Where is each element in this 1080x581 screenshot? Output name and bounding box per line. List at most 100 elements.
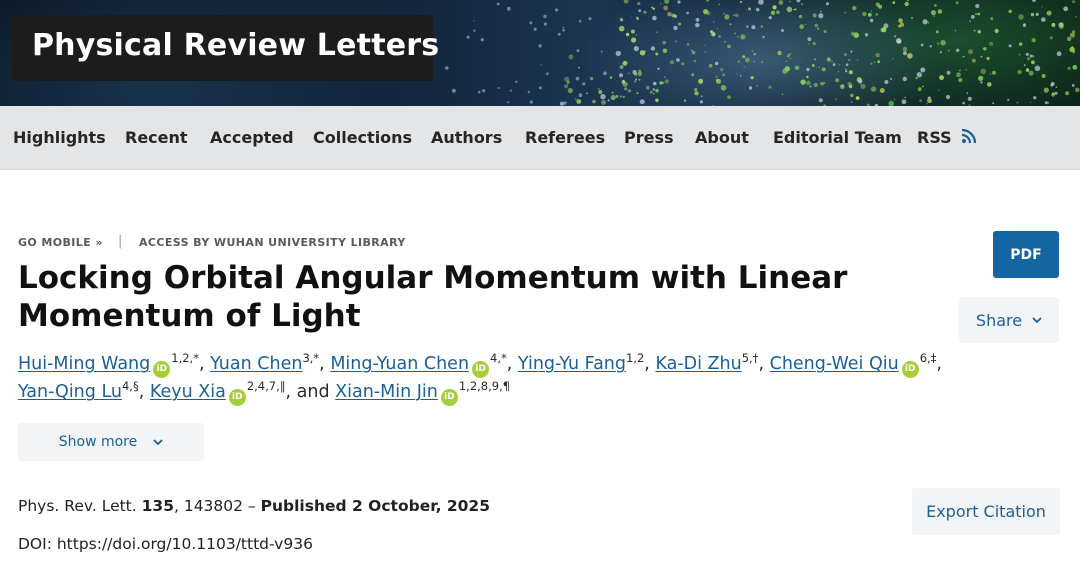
banner-dot bbox=[799, 24, 804, 29]
banner-dot bbox=[809, 85, 812, 88]
author-link[interactable]: Ying-Yu Fang bbox=[518, 354, 626, 374]
banner-dot bbox=[574, 98, 577, 101]
nav-editorial-team[interactable]: Editorial Team bbox=[773, 128, 902, 147]
orcid-icon[interactable]: iD bbox=[901, 361, 919, 378]
doi-line[interactable]: DOI: https://doi.org/10.1103/tttd-v936 bbox=[18, 535, 313, 553]
banner-dot bbox=[823, 30, 827, 33]
author-link[interactable]: Cheng-Wei Qiu bbox=[770, 354, 899, 374]
banner-dot bbox=[693, 59, 697, 63]
banner-dot bbox=[714, 61, 719, 66]
export-citation-button[interactable]: Export Citation bbox=[912, 488, 1060, 535]
banner-dot bbox=[735, 13, 739, 18]
author-link[interactable]: Yan-Qing Lu bbox=[18, 382, 122, 402]
banner-dot bbox=[954, 30, 957, 32]
banner-dot bbox=[870, 86, 877, 92]
banner-dot bbox=[867, 13, 872, 17]
banner-dot bbox=[1031, 60, 1035, 65]
banner-dot bbox=[1075, 87, 1080, 93]
orcid-icon[interactable]: iD bbox=[228, 389, 246, 406]
author-link[interactable]: Yuan Chen bbox=[210, 354, 302, 374]
banner-dot bbox=[473, 20, 475, 22]
author-affiliation: 4,* bbox=[490, 351, 507, 365]
banner-dot bbox=[716, 27, 719, 29]
banner-dot bbox=[740, 34, 746, 40]
banner-dot bbox=[636, 17, 639, 20]
banner-dot bbox=[989, 73, 992, 75]
banner-dot bbox=[1032, 55, 1035, 58]
banner-dot bbox=[855, 96, 860, 100]
banner-dot bbox=[718, 35, 721, 38]
banner-dot bbox=[1016, 101, 1019, 104]
journal-title[interactable]: Physical Review Letters bbox=[32, 28, 439, 63]
banner-dot bbox=[870, 62, 873, 65]
banner-dot bbox=[615, 50, 621, 57]
author-affiliation: 1,2,8,9,¶ bbox=[458, 379, 511, 393]
banner-dot bbox=[935, 30, 939, 34]
banner-dot bbox=[568, 54, 574, 60]
banner-dot bbox=[745, 57, 750, 63]
nav-recent[interactable]: Recent bbox=[125, 128, 188, 147]
orcid-icon[interactable]: iD bbox=[153, 361, 171, 378]
show-more-button[interactable]: Show more bbox=[18, 423, 204, 461]
nav-collections[interactable]: Collections bbox=[313, 128, 412, 147]
author-link[interactable]: Ka-Di Zhu bbox=[655, 354, 741, 374]
author-link[interactable]: Ming-Yuan Chen bbox=[330, 354, 469, 374]
pdf-button[interactable]: PDF bbox=[993, 231, 1059, 278]
banner-dot bbox=[1044, 101, 1048, 105]
banner-dot bbox=[1023, 64, 1026, 67]
banner-dot bbox=[669, 60, 675, 65]
banner-dot bbox=[818, 98, 823, 103]
banner-dot bbox=[622, 60, 628, 66]
banner-dot bbox=[898, 18, 903, 23]
banner-dot bbox=[611, 91, 614, 94]
nav-authors[interactable]: Authors bbox=[431, 128, 502, 147]
banner-dot bbox=[562, 26, 565, 29]
banner-dot bbox=[1019, 42, 1023, 46]
banner-dot bbox=[844, 11, 847, 14]
banner-dot bbox=[477, 90, 481, 94]
banner-dot bbox=[586, 92, 588, 95]
banner-dot bbox=[673, 25, 678, 31]
banner-dot bbox=[939, 75, 944, 81]
banner-dot bbox=[1072, 0, 1076, 4]
nav-press[interactable]: Press bbox=[624, 128, 674, 147]
go-mobile-link[interactable]: GO MOBILE » bbox=[18, 236, 103, 249]
nav-accepted[interactable]: Accepted bbox=[210, 128, 294, 147]
author-link[interactable]: Keyu Xia bbox=[150, 382, 226, 402]
author-link[interactable]: Hui-Ming Wang bbox=[18, 354, 150, 374]
banner-dot bbox=[926, 103, 928, 105]
share-button[interactable]: Share bbox=[959, 297, 1059, 343]
banner-dot bbox=[812, 13, 817, 18]
banner-dot bbox=[847, 81, 852, 87]
banner-dot bbox=[806, 80, 811, 86]
banner-dot bbox=[768, 85, 772, 89]
author-link[interactable]: Xian-Min Jin bbox=[335, 382, 438, 402]
banner-dot bbox=[748, 86, 753, 90]
banner-dot bbox=[713, 21, 715, 23]
banner-dot bbox=[1043, 87, 1049, 93]
banner-dot bbox=[911, 16, 913, 19]
journal-title-box[interactable]: Physical Review Letters bbox=[12, 15, 439, 81]
banner-dot bbox=[838, 64, 841, 66]
banner-dot bbox=[992, 102, 995, 105]
banner-dot bbox=[801, 3, 803, 6]
banner-dot bbox=[980, 68, 986, 75]
orcid-icon[interactable]: iD bbox=[472, 361, 490, 378]
banner-dot bbox=[694, 88, 698, 92]
nav-referees[interactable]: Referees bbox=[525, 128, 605, 147]
banner-dot bbox=[753, 53, 756, 56]
nav-about[interactable]: About bbox=[695, 128, 749, 147]
banner-dot bbox=[814, 23, 819, 28]
banner-dot bbox=[652, 88, 655, 91]
banner-dot bbox=[1065, 91, 1070, 96]
nav-highlights[interactable]: Highlights bbox=[13, 128, 106, 147]
banner-dot bbox=[636, 92, 639, 94]
banner-dot bbox=[660, 3, 662, 5]
banner-dot bbox=[677, 0, 681, 4]
citation-article-number: , 143802 – bbox=[173, 497, 261, 515]
nav-rss[interactable]: RSS bbox=[917, 128, 977, 147]
orcid-icon[interactable]: iD bbox=[440, 389, 458, 406]
banner-dot bbox=[739, 75, 742, 77]
banner-dot bbox=[789, 0, 791, 3]
banner-dot bbox=[575, 76, 580, 81]
